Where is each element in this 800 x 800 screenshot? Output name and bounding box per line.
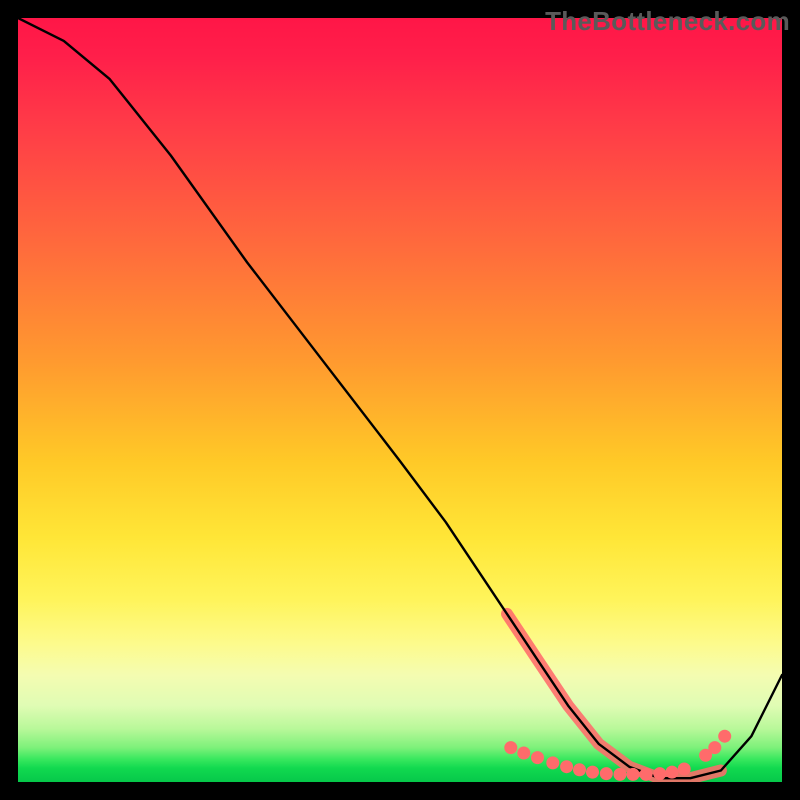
optimal-point-dot [586, 766, 599, 779]
optimal-point-dot [678, 763, 691, 776]
optimal-point-dot [708, 741, 721, 754]
optimal-point-dot [600, 767, 613, 780]
optimal-point-dot [666, 766, 679, 779]
optimal-point-dot [573, 763, 586, 776]
optimal-point-dot [531, 751, 544, 764]
plot-area [18, 18, 782, 782]
watermark-label: TheBottleneck.com [545, 6, 790, 37]
optimal-point-dot [614, 768, 627, 781]
chart-overlay-svg [18, 18, 782, 782]
optimal-point-dot [504, 741, 517, 754]
optimal-point-dot [718, 730, 731, 743]
optimal-point-dot [653, 767, 666, 780]
optimal-point-dot [517, 747, 530, 760]
optimal-point-dot [627, 768, 640, 781]
optimal-point-dot [560, 760, 573, 773]
chart-frame: TheBottleneck.com [0, 0, 800, 800]
bottleneck-curve [18, 18, 782, 778]
optimal-point-dot [640, 768, 653, 781]
optimal-point-dot [546, 756, 559, 769]
